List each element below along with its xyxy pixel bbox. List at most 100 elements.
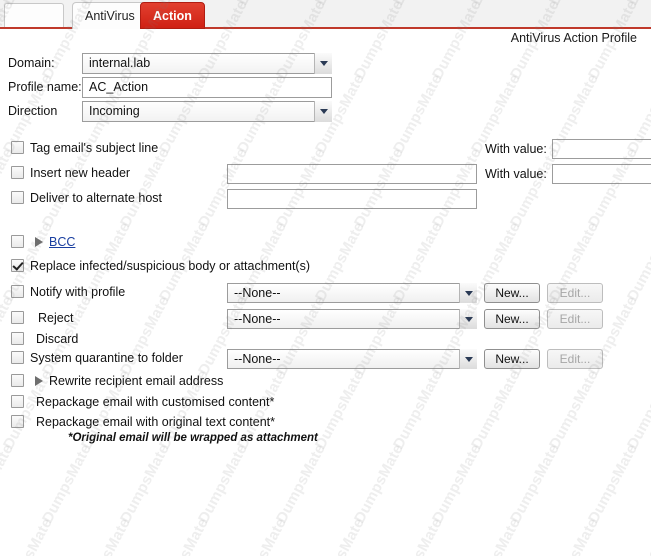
insert-header-row: Insert new header With value: <box>0 164 651 182</box>
watermark-text: DumpsMate <box>624 515 651 556</box>
tab-antivirus-label: AntiVirus <box>85 9 135 23</box>
repackage-original-label: Repackage email with original text conte… <box>36 413 275 431</box>
rewrite-recipient-row: Rewrite recipient email address <box>0 372 651 390</box>
bcc-row: BCC <box>0 233 651 251</box>
discard-row: Discard <box>0 330 651 348</box>
system-quarantine-label: System quarantine to folder <box>30 349 183 367</box>
tab-action[interactable]: Action <box>140 2 205 29</box>
profile-name-row: Profile name: AC_Action <box>0 77 340 98</box>
discard-label: Discard <box>36 330 78 348</box>
direction-select[interactable]: Incoming <box>82 101 332 122</box>
deliver-alternate-input[interactable] <box>227 189 477 209</box>
watermark-text: DumpsMate <box>468 515 524 556</box>
tab-action-label: Action <box>153 9 192 23</box>
notify-profile-row: Notify with profile --None-- New... Edit… <box>0 283 651 301</box>
watermark-text: DumpsMate <box>78 515 134 556</box>
watermark-text: DumpsMate <box>390 515 446 556</box>
domain-select[interactable]: internal.lab <box>82 53 332 74</box>
replace-infected-row: Replace infected/suspicious body or atta… <box>0 257 651 275</box>
chevron-down-icon[interactable] <box>459 309 477 329</box>
chevron-down-icon[interactable] <box>314 101 332 122</box>
tag-subject-row: Tag email's subject line With value: <box>0 139 651 157</box>
repackage-customised-checkbox[interactable] <box>11 395 24 408</box>
watermark-text: DumpsMate <box>585 441 641 526</box>
bcc-checkbox[interactable] <box>11 235 24 248</box>
expand-triangle-icon[interactable] <box>35 376 43 386</box>
rewrite-recipient-label: Rewrite recipient email address <box>49 372 223 390</box>
tag-subject-label: Tag email's subject line <box>30 139 158 157</box>
tab-antivirus[interactable]: AntiVirus <box>72 2 148 29</box>
watermark-text: DumpsMate <box>0 515 56 556</box>
direction-label: Direction <box>8 101 57 122</box>
insert-header-label: Insert new header <box>30 164 130 182</box>
tab-stub[interactable] <box>4 3 64 27</box>
watermark-text: DumpsMate <box>273 145 329 230</box>
watermark-text: DumpsMate <box>312 515 368 556</box>
tag-subject-checkbox[interactable] <box>11 141 24 154</box>
watermark-text: DumpsMate <box>429 145 485 230</box>
deliver-alternate-row: Deliver to alternate host <box>0 189 651 207</box>
direction-row: Direction Incoming <box>0 101 340 122</box>
reject-checkbox[interactable] <box>11 311 24 324</box>
tab-bar: AntiVirus Action <box>0 0 651 29</box>
notify-profile-new-button[interactable]: New... <box>484 283 540 303</box>
chevron-down-icon[interactable] <box>314 53 332 74</box>
expand-triangle-icon[interactable] <box>35 237 43 247</box>
watermark-text: DumpsMate <box>273 441 329 526</box>
rewrite-recipient-checkbox[interactable] <box>11 374 24 387</box>
chevron-down-icon[interactable] <box>459 349 477 369</box>
watermark-text: DumpsMate <box>117 441 173 526</box>
insert-header-checkbox[interactable] <box>11 166 24 179</box>
domain-label: Domain: <box>8 53 55 74</box>
replace-infected-checkbox[interactable] <box>11 259 24 272</box>
replace-infected-label: Replace infected/suspicious body or atta… <box>30 257 310 275</box>
with-value-input-2[interactable] <box>552 164 651 184</box>
reject-edit-button: Edit... <box>547 309 603 329</box>
footnote: *Original email will be wrapped as attac… <box>68 432 318 444</box>
repackage-original-row: Repackage email with original text conte… <box>0 413 651 431</box>
system-quarantine-new-button[interactable]: New... <box>484 349 540 369</box>
reject-row: Reject --None-- New... Edit... <box>0 309 651 327</box>
reject-select[interactable]: --None-- <box>227 309 477 329</box>
system-quarantine-edit-button: Edit... <box>547 349 603 369</box>
watermark-text: DumpsMate <box>0 145 17 230</box>
watermark-text: DumpsMate <box>351 145 407 230</box>
profile-name-input[interactable]: AC_Action <box>82 77 332 98</box>
watermark-text: DumpsMate <box>351 441 407 526</box>
deliver-alternate-label: Deliver to alternate host <box>30 189 162 207</box>
discard-checkbox[interactable] <box>11 332 24 345</box>
repackage-original-checkbox[interactable] <box>11 415 24 428</box>
reject-label: Reject <box>38 309 73 327</box>
page-title: AntiVirus Action Profile <box>0 31 637 45</box>
system-quarantine-checkbox[interactable] <box>11 351 24 364</box>
domain-row: Domain: internal.lab <box>0 53 340 74</box>
watermark-text: DumpsMate <box>195 441 251 526</box>
system-quarantine-select[interactable]: --None-- <box>227 349 477 369</box>
notify-profile-checkbox[interactable] <box>11 285 24 298</box>
with-value-input-1[interactable] <box>552 139 651 159</box>
insert-header-input[interactable] <box>227 164 477 184</box>
watermark-text: DumpsMate <box>0 441 17 526</box>
watermark-text: DumpsMate <box>39 145 95 230</box>
watermark-text: DumpsMate <box>546 515 602 556</box>
chevron-down-icon[interactable] <box>459 283 477 303</box>
profile-name-label: Profile name: <box>8 77 82 98</box>
watermark-text: DumpsMate <box>507 441 563 526</box>
watermark-text: DumpsMate <box>429 441 485 526</box>
watermark-text: DumpsMate <box>39 441 95 526</box>
notify-profile-edit-button: Edit... <box>547 283 603 303</box>
watermark-text: DumpsMate <box>117 145 173 230</box>
watermark-text: DumpsMate <box>156 515 212 556</box>
watermark-text: DumpsMate <box>195 145 251 230</box>
deliver-alternate-checkbox[interactable] <box>11 191 24 204</box>
with-value-label-1: With value: <box>485 139 547 159</box>
repackage-customised-row: Repackage email with customised content* <box>0 393 651 411</box>
watermark-text: DumpsMate <box>234 515 290 556</box>
reject-new-button[interactable]: New... <box>484 309 540 329</box>
bcc-link[interactable]: BCC <box>49 233 75 251</box>
system-quarantine-row: System quarantine to folder --None-- New… <box>0 349 651 367</box>
repackage-customised-label: Repackage email with customised content* <box>36 393 274 411</box>
with-value-label-2: With value: <box>485 164 547 184</box>
notify-profile-label: Notify with profile <box>30 283 125 301</box>
notify-profile-select[interactable]: --None-- <box>227 283 477 303</box>
